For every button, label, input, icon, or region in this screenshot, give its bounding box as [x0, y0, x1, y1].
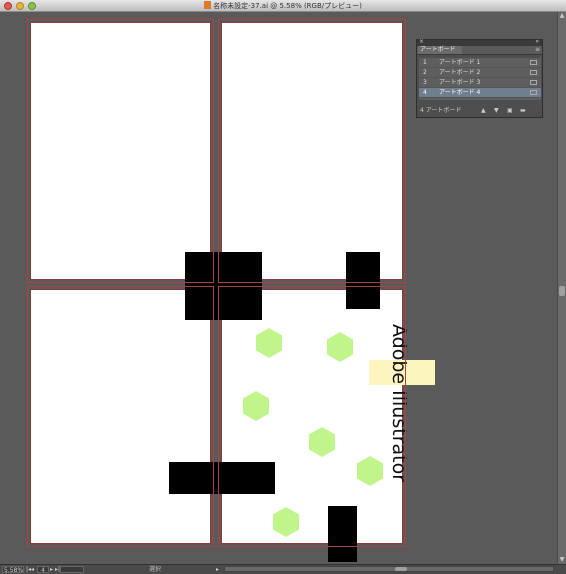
artboard-list: 1 アートボード 1 2 アートボード 2 3 アートボード 3 4 アートボー…: [419, 58, 541, 100]
black-rectangle[interactable]: [328, 506, 357, 562]
black-rectangle[interactable]: [346, 252, 380, 309]
artboard-count-label: 4 アートボード: [420, 107, 462, 114]
black-rectangle[interactable]: [185, 252, 262, 320]
horizontal-scrollbar[interactable]: [224, 566, 554, 572]
artboard-options-icon[interactable]: [530, 80, 537, 85]
previous-artboard-icon[interactable]: ◂: [31, 566, 34, 573]
artboard-name: アートボード 1: [439, 59, 481, 66]
document-title-text: 名称未設定-37.ai @ 5.58% (RGB/プレビュー): [213, 2, 362, 10]
scroll-up-arrow-icon[interactable]: ▲: [558, 12, 566, 20]
vertical-scroll-thumb[interactable]: [559, 286, 565, 296]
panel-close-icon[interactable]: ×: [419, 38, 424, 45]
artboard-name: アートボード 2: [439, 69, 481, 76]
artboard-3[interactable]: [30, 289, 211, 544]
artboard-number: 4: [423, 89, 427, 96]
move-down-icon[interactable]: ▼: [494, 105, 499, 117]
artboard-list-item[interactable]: 2 アートボード 2: [419, 68, 541, 78]
artboard-number: 2: [423, 69, 427, 76]
status-bar: 5.58% |◂ ◂ 4 ▸ ▸| 選択 ▸: [0, 564, 566, 574]
artboard-list-item-selected[interactable]: 4 アートボード 4: [419, 88, 541, 98]
artboard-number-field[interactable]: 4: [37, 566, 49, 574]
panel-tab-bar: アートボード ≡: [417, 46, 542, 55]
tab-artboards[interactable]: アートボード: [418, 46, 462, 54]
artboard-number: 1: [423, 59, 427, 66]
document-title: 名称未設定-37.ai @ 5.58% (RGB/プレビュー): [0, 1, 566, 11]
artboard-name: アートボード 4: [439, 89, 481, 96]
artboards-panel: × » アートボード ≡ 1 アートボード 1 2 アートボード 2 3 アート…: [416, 38, 543, 118]
scroll-down-arrow-icon[interactable]: ▼: [558, 556, 566, 564]
status-text: 選択: [148, 566, 161, 573]
horizontal-scroll-thumb[interactable]: [395, 567, 407, 571]
artboard-2[interactable]: [221, 22, 403, 280]
document-icon: [204, 1, 212, 9]
title-bar: 名称未設定-37.ai @ 5.58% (RGB/プレビュー): [0, 0, 566, 12]
artboard-options-icon[interactable]: [530, 90, 537, 95]
artboard-list-item[interactable]: 1 アートボード 1: [419, 58, 541, 68]
next-artboard-icon[interactable]: ▸: [50, 566, 53, 573]
artboard-list-item[interactable]: 3 アートボード 3: [419, 78, 541, 88]
status-menu-icon[interactable]: ▸: [216, 566, 219, 573]
vertical-text-object[interactable]: Adobe Illustrator: [388, 324, 410, 482]
panel-footer: 4 アートボード ▲ ▼ ▣ ▬: [417, 105, 542, 117]
panel-menu-icon[interactable]: ≡: [535, 46, 540, 54]
vertical-scrollbar[interactable]: ▲ ▼: [557, 12, 566, 564]
delete-artboard-icon[interactable]: ▬: [520, 105, 526, 117]
artboard-options-icon[interactable]: [530, 60, 537, 65]
artboard-number: 3: [423, 79, 427, 86]
panel-collapse-icon[interactable]: »: [535, 38, 539, 45]
artboard-1[interactable]: [30, 22, 211, 280]
zoom-level-field[interactable]: 5.58%: [2, 566, 24, 574]
artboard-navigation-dropdown[interactable]: [60, 566, 84, 573]
artboard-options-icon[interactable]: [530, 70, 537, 75]
artboard-name: アートボード 3: [439, 79, 481, 86]
black-rectangle[interactable]: [169, 462, 275, 494]
move-up-icon[interactable]: ▲: [481, 105, 486, 117]
new-artboard-icon[interactable]: ▣: [507, 105, 513, 117]
